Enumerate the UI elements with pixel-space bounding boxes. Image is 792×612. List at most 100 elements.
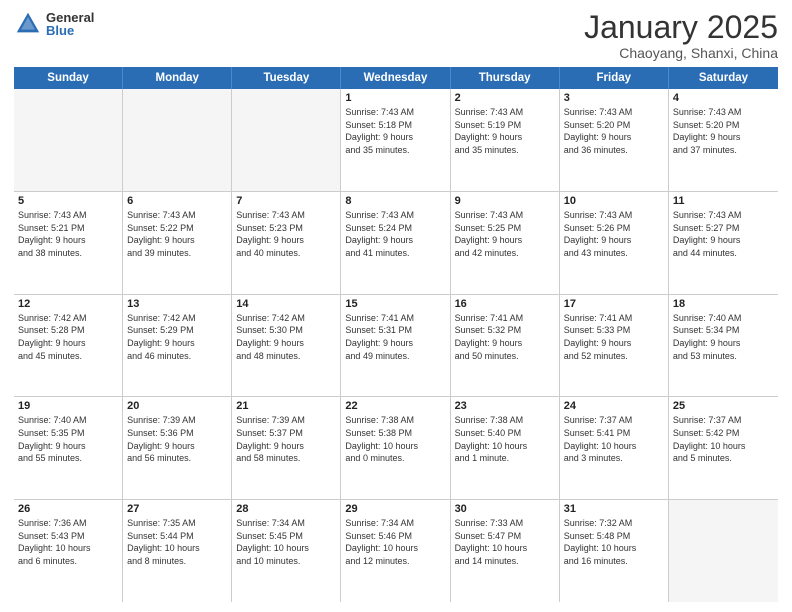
- calendar-cell: 15 Sunrise: 7:41 AM Sunset: 5:31 PM Dayli…: [341, 295, 450, 397]
- day-number: 1: [345, 92, 445, 104]
- calendar-header-day: Saturday: [669, 67, 778, 89]
- logo: General Blue: [14, 10, 94, 38]
- cell-content: Sunrise: 7:38 AM Sunset: 5:38 PM Dayligh…: [345, 414, 445, 464]
- calendar-header-day: Friday: [560, 67, 669, 89]
- cell-content: Sunrise: 7:40 AM Sunset: 5:35 PM Dayligh…: [18, 414, 118, 464]
- day-number: 12: [18, 298, 118, 310]
- cell-content: Sunrise: 7:43 AM Sunset: 5:23 PM Dayligh…: [236, 209, 336, 259]
- calendar-cell: 13 Sunrise: 7:42 AM Sunset: 5:29 PM Dayli…: [123, 295, 232, 397]
- cell-content: Sunrise: 7:41 AM Sunset: 5:33 PM Dayligh…: [564, 312, 664, 362]
- calendar-cell: 28 Sunrise: 7:34 AM Sunset: 5:45 PM Dayli…: [232, 500, 341, 602]
- calendar-header-day: Sunday: [14, 67, 123, 89]
- cell-content: Sunrise: 7:37 AM Sunset: 5:42 PM Dayligh…: [673, 414, 774, 464]
- day-number: 2: [455, 92, 555, 104]
- calendar-cell: 22 Sunrise: 7:38 AM Sunset: 5:38 PM Dayli…: [341, 397, 450, 499]
- day-number: 28: [236, 503, 336, 515]
- calendar-row: 19 Sunrise: 7:40 AM Sunset: 5:35 PM Dayli…: [14, 397, 778, 500]
- cell-content: Sunrise: 7:42 AM Sunset: 5:29 PM Dayligh…: [127, 312, 227, 362]
- cell-content: Sunrise: 7:43 AM Sunset: 5:18 PM Dayligh…: [345, 106, 445, 156]
- page: General Blue January 2025 Chaoyang, Shan…: [0, 0, 792, 612]
- day-number: 13: [127, 298, 227, 310]
- calendar-cell: 30 Sunrise: 7:33 AM Sunset: 5:47 PM Dayli…: [451, 500, 560, 602]
- calendar-cell: 3Sunrise: 7:43 AM Sunset: 5:20 PM Daylig…: [560, 89, 669, 191]
- cell-content: Sunrise: 7:43 AM Sunset: 5:26 PM Dayligh…: [564, 209, 664, 259]
- calendar-cell: [123, 89, 232, 191]
- cell-content: Sunrise: 7:40 AM Sunset: 5:34 PM Dayligh…: [673, 312, 774, 362]
- calendar-body: 1 Sunrise: 7:43 AM Sunset: 5:18 PM Daylig…: [14, 89, 778, 602]
- month-title: January 2025: [584, 10, 778, 45]
- calendar-cell: 4 Sunrise: 7:43 AM Sunset: 5:20 PM Daylig…: [669, 89, 778, 191]
- calendar-cell: 24 Sunrise: 7:37 AM Sunset: 5:41 PM Dayli…: [560, 397, 669, 499]
- day-number: 18: [673, 298, 774, 310]
- cell-content: Sunrise: 7:41 AM Sunset: 5:31 PM Dayligh…: [345, 312, 445, 362]
- cell-content: Sunrise: 7:34 AM Sunset: 5:46 PM Dayligh…: [345, 517, 445, 567]
- calendar-cell: 21 Sunrise: 7:39 AM Sunset: 5:37 PM Dayli…: [232, 397, 341, 499]
- cell-content: Sunrise: 7:42 AM Sunset: 5:28 PM Dayligh…: [18, 312, 118, 362]
- title-area: January 2025 Chaoyang, Shanxi, China: [584, 10, 778, 61]
- day-number: 30: [455, 503, 555, 515]
- calendar-cell: [669, 500, 778, 602]
- day-number: 19: [18, 400, 118, 412]
- calendar: SundayMondayTuesdayWednesdayThursdayFrid…: [14, 67, 778, 602]
- day-number: 16: [455, 298, 555, 310]
- day-number: 3: [564, 92, 664, 104]
- calendar-cell: 16 Sunrise: 7:41 AM Sunset: 5:32 PM Dayli…: [451, 295, 560, 397]
- calendar-row: 12 Sunrise: 7:42 AM Sunset: 5:28 PM Dayli…: [14, 295, 778, 398]
- header: General Blue January 2025 Chaoyang, Shan…: [14, 10, 778, 61]
- cell-content: Sunrise: 7:37 AM Sunset: 5:41 PM Dayligh…: [564, 414, 664, 464]
- day-number: 20: [127, 400, 227, 412]
- cell-content: Sunrise: 7:43 AM Sunset: 5:20 PM Dayligh…: [673, 106, 774, 156]
- cell-content: Sunrise: 7:36 AM Sunset: 5:43 PM Dayligh…: [18, 517, 118, 567]
- day-number: 8: [345, 195, 445, 207]
- day-number: 21: [236, 400, 336, 412]
- calendar-row: 5 Sunrise: 7:43 AM Sunset: 5:21 PM Daylig…: [14, 192, 778, 295]
- logo-text: General Blue: [46, 11, 94, 37]
- calendar-header-day: Thursday: [451, 67, 560, 89]
- calendar-cell: 18 Sunrise: 7:40 AM Sunset: 5:34 PM Dayli…: [669, 295, 778, 397]
- day-number: 29: [345, 503, 445, 515]
- day-number: 27: [127, 503, 227, 515]
- cell-content: Sunrise: 7:43 AM Sunset: 5:21 PM Dayligh…: [18, 209, 118, 259]
- calendar-cell: 2Sunrise: 7:43 AM Sunset: 5:19 PM Daylig…: [451, 89, 560, 191]
- calendar-header: SundayMondayTuesdayWednesdayThursdayFrid…: [14, 67, 778, 89]
- calendar-cell: 10Sunrise: 7:43 AM Sunset: 5:26 PM Dayli…: [560, 192, 669, 294]
- logo-blue: Blue: [46, 24, 94, 37]
- cell-content: Sunrise: 7:34 AM Sunset: 5:45 PM Dayligh…: [236, 517, 336, 567]
- cell-content: Sunrise: 7:42 AM Sunset: 5:30 PM Dayligh…: [236, 312, 336, 362]
- day-number: 6: [127, 195, 227, 207]
- calendar-cell: 25 Sunrise: 7:37 AM Sunset: 5:42 PM Dayli…: [669, 397, 778, 499]
- day-number: 14: [236, 298, 336, 310]
- calendar-cell: 5 Sunrise: 7:43 AM Sunset: 5:21 PM Daylig…: [14, 192, 123, 294]
- day-number: 15: [345, 298, 445, 310]
- day-number: 5: [18, 195, 118, 207]
- day-number: 24: [564, 400, 664, 412]
- calendar-header-day: Tuesday: [232, 67, 341, 89]
- calendar-cell: 14 Sunrise: 7:42 AM Sunset: 5:30 PM Dayli…: [232, 295, 341, 397]
- location: Chaoyang, Shanxi, China: [584, 45, 778, 61]
- cell-content: Sunrise: 7:41 AM Sunset: 5:32 PM Dayligh…: [455, 312, 555, 362]
- cell-content: Sunrise: 7:39 AM Sunset: 5:36 PM Dayligh…: [127, 414, 227, 464]
- calendar-header-day: Wednesday: [341, 67, 450, 89]
- day-number: 26: [18, 503, 118, 515]
- cell-content: Sunrise: 7:33 AM Sunset: 5:47 PM Dayligh…: [455, 517, 555, 567]
- cell-content: Sunrise: 7:38 AM Sunset: 5:40 PM Dayligh…: [455, 414, 555, 464]
- calendar-cell: 8 Sunrise: 7:43 AM Sunset: 5:24 PM Daylig…: [341, 192, 450, 294]
- cell-content: Sunrise: 7:32 AM Sunset: 5:48 PM Dayligh…: [564, 517, 664, 567]
- cell-content: Sunrise: 7:39 AM Sunset: 5:37 PM Dayligh…: [236, 414, 336, 464]
- day-number: 22: [345, 400, 445, 412]
- cell-content: Sunrise: 7:43 AM Sunset: 5:22 PM Dayligh…: [127, 209, 227, 259]
- calendar-cell: [14, 89, 123, 191]
- calendar-cell: 20 Sunrise: 7:39 AM Sunset: 5:36 PM Dayli…: [123, 397, 232, 499]
- day-number: 31: [564, 503, 664, 515]
- calendar-cell: 23Sunrise: 7:38 AM Sunset: 5:40 PM Dayli…: [451, 397, 560, 499]
- day-number: 4: [673, 92, 774, 104]
- calendar-row: 1 Sunrise: 7:43 AM Sunset: 5:18 PM Daylig…: [14, 89, 778, 192]
- calendar-header-day: Monday: [123, 67, 232, 89]
- calendar-cell: 9Sunrise: 7:43 AM Sunset: 5:25 PM Daylig…: [451, 192, 560, 294]
- cell-content: Sunrise: 7:35 AM Sunset: 5:44 PM Dayligh…: [127, 517, 227, 567]
- day-number: 7: [236, 195, 336, 207]
- calendar-cell: [232, 89, 341, 191]
- day-number: 25: [673, 400, 774, 412]
- calendar-cell: 31 Sunrise: 7:32 AM Sunset: 5:48 PM Dayli…: [560, 500, 669, 602]
- cell-content: Sunrise: 7:43 AM Sunset: 5:24 PM Dayligh…: [345, 209, 445, 259]
